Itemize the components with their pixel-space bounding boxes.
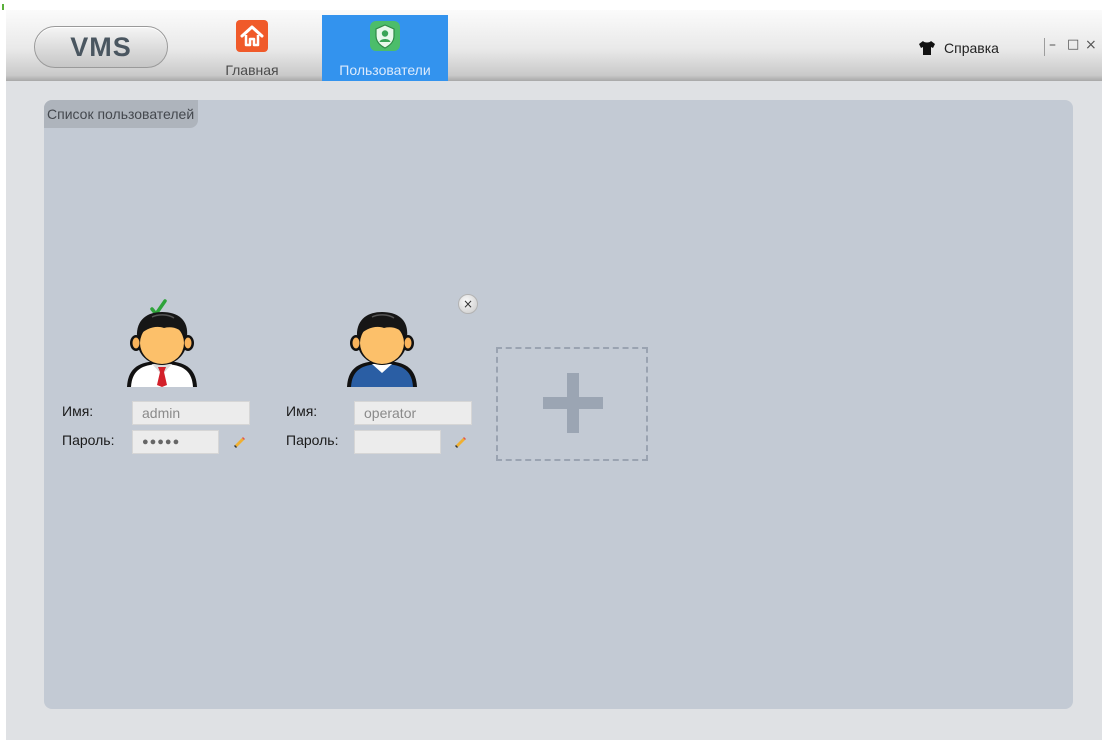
panel-title: Список пользователей: [44, 100, 199, 128]
user-shield-icon: [370, 21, 400, 51]
tab-users-label: Пользователи: [339, 62, 431, 78]
tshirt-icon: [919, 41, 935, 55]
tab-home-label: Главная: [225, 62, 279, 78]
tab-home[interactable]: Главная: [210, 15, 294, 81]
minimize-button[interactable]: –: [1049, 36, 1056, 54]
toolbar-separator: [1044, 38, 1045, 56]
maximize-button[interactable]: □: [1067, 36, 1079, 54]
admin-password-label: Пароль:: [62, 432, 115, 448]
admin-password-field[interactable]: ●●●●●: [132, 430, 219, 454]
home-icon: [236, 20, 268, 52]
operator-name-label: Имя:: [286, 403, 318, 419]
admin-edit-password-icon[interactable]: [232, 433, 246, 448]
operator-password-label: Пароль:: [286, 432, 339, 448]
operator-avatar-icon[interactable]: [342, 299, 422, 399]
top-toolbar: VMS Главная Пользователи Справка – □ ×: [6, 10, 1102, 81]
admin-name-label: Имя:: [62, 403, 94, 419]
admin-avatar-icon[interactable]: [122, 295, 202, 395]
close-button[interactable]: ×: [1085, 36, 1097, 54]
vms-logo: VMS: [34, 26, 168, 68]
operator-password-field[interactable]: [354, 430, 441, 454]
operator-edit-password-icon[interactable]: [453, 433, 467, 448]
app-window: VMS Главная Пользователи Справка – □ × С…: [6, 10, 1102, 740]
help-label: Справка: [944, 40, 999, 56]
admin-name-field[interactable]: admin: [132, 401, 250, 425]
remove-user-button[interactable]: ×: [458, 294, 478, 314]
tab-users[interactable]: Пользователи: [322, 15, 448, 81]
add-user-button[interactable]: [496, 347, 648, 461]
operator-name-field[interactable]: operator: [354, 401, 472, 425]
user-list-panel: Список пользователей Имя: admin Пароль:: [44, 100, 1073, 709]
